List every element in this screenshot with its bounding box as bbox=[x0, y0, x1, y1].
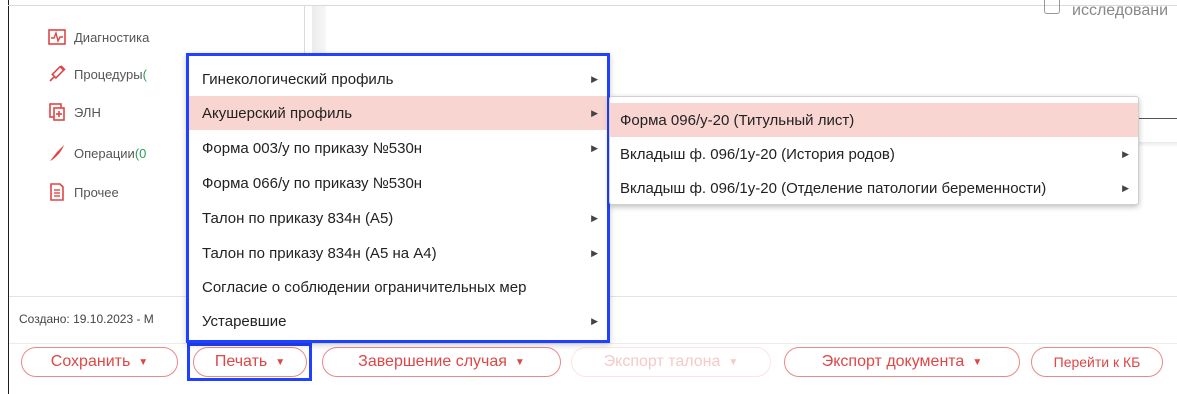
sidebar-item-label: Операции bbox=[74, 145, 135, 161]
chevron-right-icon: ▶ bbox=[591, 212, 598, 223]
chevron-right-icon: ▶ bbox=[591, 315, 598, 326]
sidebar-item-other[interactable]: Прочее bbox=[48, 180, 119, 204]
sidebar-item-count: (0 bbox=[134, 145, 147, 161]
menu-item-ticket-a5[interactable]: Талон по приказу 834н (А5) ▶ bbox=[189, 201, 607, 235]
heart-monitor-icon bbox=[48, 28, 66, 46]
menu-item-consent[interactable]: Согласие о соблюдении ограничительных ме… bbox=[189, 270, 607, 304]
chevron-down-icon: ▼ bbox=[728, 356, 739, 368]
sidebar-item-procedures[interactable]: Процедуры ( bbox=[48, 62, 147, 86]
footer-divider bbox=[9, 343, 1177, 344]
sidebar-item-count: ( bbox=[142, 66, 147, 82]
submenu-item-insert-birth-history[interactable]: Вкладыш ф. 096/1у-20 (История родов) ▶ bbox=[610, 137, 1138, 171]
menu-item-label: Акушерский профиль bbox=[202, 104, 353, 122]
menu-item-form-066[interactable]: Форма 066/у по приказу №530н bbox=[189, 166, 607, 200]
sidebar-item-eln[interactable]: ЭЛН bbox=[48, 100, 101, 124]
chevron-down-icon: ▼ bbox=[972, 356, 983, 368]
document-icon bbox=[48, 183, 66, 201]
obstetrics-submenu: Форма 096/у-20 (Титульный лист) Вкладыш … bbox=[609, 96, 1139, 205]
content-shadow bbox=[1138, 142, 1177, 147]
sidebar-item-operations[interactable]: Операции (0 bbox=[48, 141, 146, 165]
finish-case-label: Завершение случая bbox=[358, 353, 507, 370]
sidebar-item-label: Прочее bbox=[74, 184, 119, 200]
chevron-down-icon: ▼ bbox=[514, 356, 525, 368]
save-button-label: Сохранить bbox=[50, 353, 131, 370]
menu-item-obstetrics[interactable]: Акушерский профиль ▶ bbox=[189, 96, 607, 130]
menu-item-obsolete[interactable]: Устаревшие ▶ bbox=[189, 304, 607, 338]
menu-item-label: Талон по приказу 834н (А5) bbox=[202, 209, 394, 227]
sidebar-item-label: ЭЛН bbox=[74, 104, 101, 120]
submenu-item-form-096-title[interactable]: Форма 096/у-20 (Титульный лист) bbox=[610, 103, 1138, 137]
submenu-item-label: Вкладыш ф. 096/1у-20 (История родов) bbox=[620, 145, 895, 163]
submenu-item-insert-pathology[interactable]: Вкладыш ф. 096/1у-20 (Отделение патологи… bbox=[610, 171, 1138, 205]
menu-item-label: Форма 066/у по приказу №530н bbox=[202, 174, 423, 192]
chevron-right-icon: ▶ bbox=[591, 107, 598, 118]
chevron-right-icon: ▶ bbox=[1122, 182, 1129, 193]
finish-case-button[interactable]: Завершение случая ▼ bbox=[322, 347, 561, 377]
menu-item-label: Согласие о соблюдении ограничительных ме… bbox=[202, 278, 527, 296]
chevron-right-icon: ▶ bbox=[591, 142, 598, 153]
document-plus-icon bbox=[48, 103, 66, 121]
submenu-item-label: Форма 096/у-20 (Титульный лист) bbox=[620, 111, 855, 129]
chevron-right-icon: ▶ bbox=[591, 247, 598, 258]
chevron-down-icon: ▼ bbox=[138, 356, 149, 368]
menu-item-gynecology[interactable]: Гинекологический профиль ▶ bbox=[189, 62, 607, 96]
menu-item-label: Форма 003/у по приказу №530н bbox=[202, 139, 423, 157]
scalpel-icon bbox=[48, 144, 66, 162]
save-button[interactable]: Сохранить ▼ bbox=[21, 347, 178, 377]
menu-item-form-003[interactable]: Форма 003/у по приказу №530н ▶ bbox=[189, 131, 607, 165]
content-divider bbox=[1138, 118, 1177, 119]
chevron-right-icon: ▶ bbox=[1122, 148, 1129, 159]
created-info: Создано: 19.10.2023 - М bbox=[19, 312, 154, 326]
study-checkbox[interactable] bbox=[1044, 0, 1060, 14]
go-to-kb-button[interactable]: Перейти к КБ bbox=[1031, 347, 1163, 377]
syringe-icon bbox=[48, 65, 66, 83]
print-menu: Гинекологический профиль ▶ Акушерский пр… bbox=[186, 53, 610, 343]
export-ticket-label: Экспорт талона bbox=[603, 353, 721, 370]
menu-item-label: Талон по приказу 834н (А5 на А4) bbox=[202, 244, 437, 262]
menu-item-label: Гинекологический профиль bbox=[202, 70, 394, 88]
go-to-kb-label: Перейти к КБ bbox=[1053, 354, 1141, 370]
submenu-item-label: Вкладыш ф. 096/1у-20 (Отделение патологи… bbox=[620, 179, 1047, 197]
menu-item-ticket-a5-a4[interactable]: Талон по приказу 834н (А5 на А4) ▶ bbox=[189, 236, 607, 270]
menu-item-label: Устаревшие bbox=[202, 312, 287, 330]
sidebar-item-label: Процедуры bbox=[74, 66, 143, 82]
print-button-focus bbox=[187, 343, 312, 381]
sidebar-item-diagnostics[interactable]: Диагностика bbox=[48, 25, 149, 49]
study-label: исследовани bbox=[1072, 2, 1169, 19]
sidebar-item-label: Диагностика bbox=[74, 29, 150, 45]
chevron-right-icon: ▶ bbox=[591, 73, 598, 84]
export-ticket-button: Экспорт талона ▼ bbox=[571, 347, 771, 377]
export-document-button[interactable]: Экспорт документа ▼ bbox=[784, 347, 1020, 377]
export-document-label: Экспорт документа bbox=[821, 353, 965, 370]
